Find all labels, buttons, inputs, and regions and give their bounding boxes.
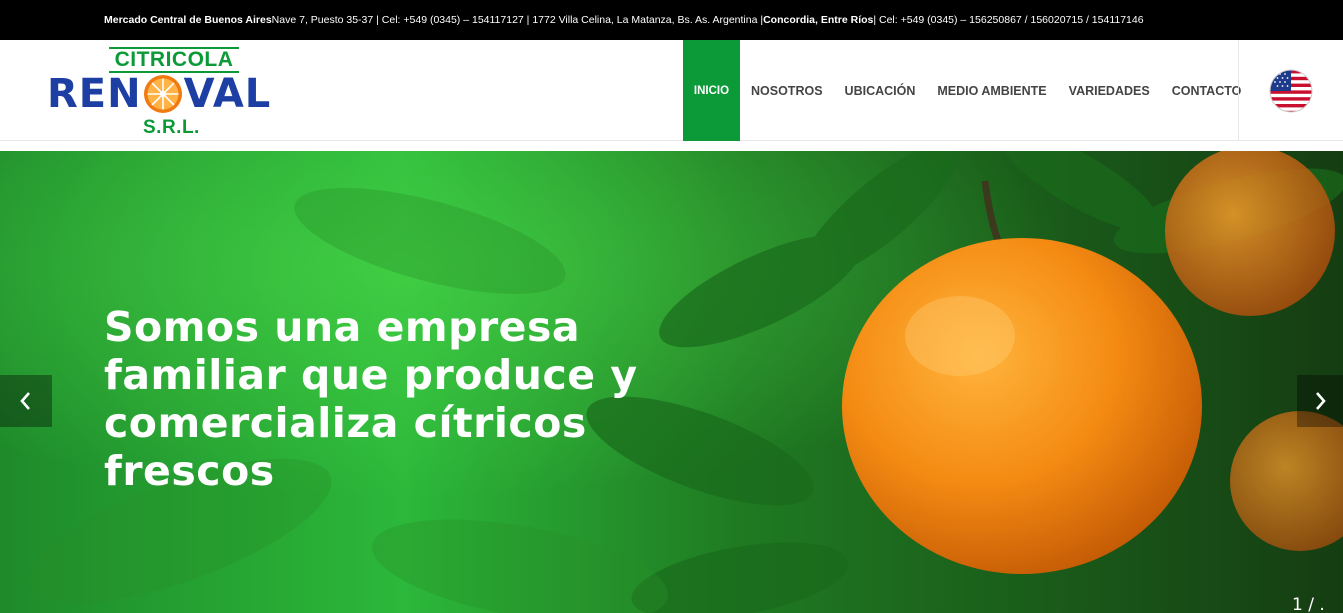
- logo-bottom-text: S.R.L.: [143, 117, 200, 138]
- main-nav: INICIO NOSOTROS UBICACIÓN MEDIO AMBIENTE…: [683, 40, 1252, 141]
- slide-counter: 1 / .: [1292, 595, 1325, 613]
- slider-prev-button[interactable]: [0, 375, 52, 427]
- chevron-right-icon: [1316, 392, 1326, 410]
- nav-item-inicio[interactable]: INICIO: [683, 40, 740, 141]
- logo-top-text: CITRICOLA: [109, 47, 239, 73]
- hero-slider: Somos una empresa familiar que produce y…: [0, 151, 1343, 613]
- hero-headline: Somos una empresa familiar que produce y…: [104, 303, 638, 495]
- logo-main-text: REN VAL: [47, 73, 271, 115]
- site-header: CITRICOLA REN VAL S.R.L. INICIO NOSOTROS…: [0, 40, 1343, 141]
- location-2-details: | Cel: +549 (0345) – 156250867 / 1560207…: [873, 14, 1144, 26]
- location-2-name: Concordia, Entre Ríos: [763, 14, 874, 26]
- nav-item-medio-ambiente[interactable]: MEDIO AMBIENTE: [926, 40, 1057, 141]
- logo-main-left: REN: [47, 71, 142, 117]
- top-info-bar: Mercado Central de Buenos Aires Nave 7, …: [0, 0, 1343, 40]
- nav-item-variedades[interactable]: VARIEDADES: [1058, 40, 1161, 141]
- site-logo[interactable]: CITRICOLA REN VAL S.R.L.: [47, 45, 307, 138]
- logo-main-right: VAL: [183, 71, 272, 117]
- us-flag-icon[interactable]: [1269, 69, 1313, 113]
- language-switcher: [1238, 40, 1343, 141]
- chevron-left-icon: [20, 392, 30, 410]
- nav-item-ubicacion[interactable]: UBICACIÓN: [834, 40, 927, 141]
- nav-item-nosotros[interactable]: NOSOTROS: [740, 40, 834, 141]
- location-1-name: Mercado Central de Buenos Aires: [104, 14, 272, 26]
- orange-slice-icon: [143, 75, 182, 113]
- slider-next-button[interactable]: [1297, 375, 1343, 427]
- location-1-details: Nave 7, Puesto 35-37 | Cel: +549 (0345) …: [271, 14, 764, 26]
